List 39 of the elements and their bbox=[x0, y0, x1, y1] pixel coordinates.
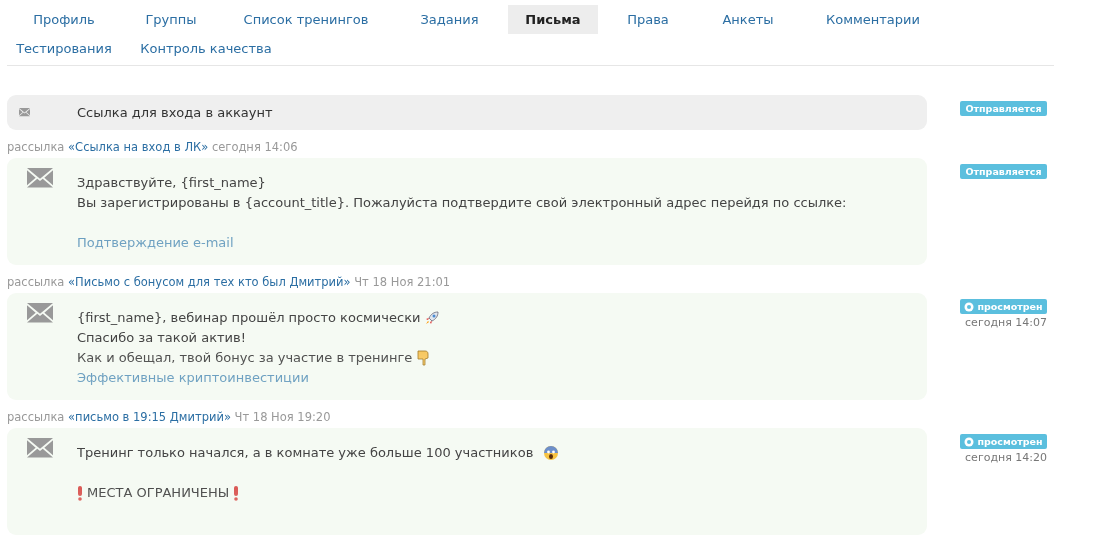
status-badge: Отправляется bbox=[960, 101, 1047, 116]
tab[interactable]: Письма bbox=[508, 5, 598, 34]
campaign-link[interactable]: «Письмо с бонусом для тех кто был Дмитрий» bbox=[68, 275, 351, 289]
message-meta: рассылка «письмо в 19:15 Дмитрий» Чт 18 Ноя 19:20 bbox=[7, 410, 332, 424]
tab[interactable]: Задания bbox=[391, 5, 508, 34]
envelope-icon bbox=[19, 108, 30, 117]
tab[interactable]: Анкеты bbox=[698, 5, 798, 34]
message-text: Спасибо за такой актив! bbox=[77, 329, 246, 347]
message-meta: рассылка «Письмо с бонусом для тех кто был Дмитрий» Чт 18 Ноя 21:01 bbox=[7, 275, 452, 289]
campaign-link[interactable]: «письмо в 19:15 Дмитрий» bbox=[68, 410, 231, 424]
campaign-link[interactable]: «Ссылка на вход в ЛК» bbox=[68, 140, 209, 154]
rocket-icon bbox=[424, 310, 441, 326]
screaming-face-icon bbox=[543, 445, 560, 461]
status-badge: Отправляется bbox=[960, 164, 1047, 179]
message-text: МЕСТА ОГРАНИЧЕНЫ bbox=[87, 484, 230, 502]
tab[interactable]: Список тренингов bbox=[221, 5, 391, 34]
exclamation-icon bbox=[233, 485, 240, 501]
envelope-icon bbox=[27, 168, 53, 188]
viewed-time: сегодня 14:07 bbox=[965, 316, 1047, 329]
tab[interactable]: Права bbox=[598, 5, 698, 34]
pointing-hand-icon bbox=[416, 350, 431, 366]
message-text: Здравствуйте, {first_name} bbox=[77, 174, 266, 192]
viewed-time: сегодня 14:20 bbox=[965, 451, 1047, 464]
tab[interactable]: Тестирования bbox=[7, 34, 121, 63]
message-text: Вы зарегистрированы в {account_title}. Пожалуйста подтвердите свой электронный адрес перейдя по ссылке: bbox=[77, 194, 847, 212]
envelope-icon bbox=[27, 303, 53, 323]
tab[interactable]: Группы bbox=[121, 5, 221, 34]
status-badge: просмотрен bbox=[960, 434, 1047, 449]
status-badge: просмотрен bbox=[960, 299, 1047, 314]
message-text: {first_name}, вебинар прошёл просто космически bbox=[77, 309, 421, 327]
tab[interactable]: Контроль качества bbox=[121, 34, 291, 63]
tab[interactable]: Профиль bbox=[7, 5, 121, 34]
message-text: Как и обещал, твой бонус за участие в тренинге bbox=[77, 349, 413, 367]
envelope-icon bbox=[27, 438, 53, 458]
message-text: Тренинг только начался, а в комнате уже больше 100 участников bbox=[77, 444, 534, 462]
subject-title: Ссылка для входа в аккаунт bbox=[77, 105, 273, 120]
message-meta: рассылка «Ссылка на вход в ЛК» сегодня 14:06 bbox=[7, 140, 299, 154]
tab[interactable]: Комментарии bbox=[798, 5, 948, 34]
exclamation-icon bbox=[77, 485, 83, 501]
